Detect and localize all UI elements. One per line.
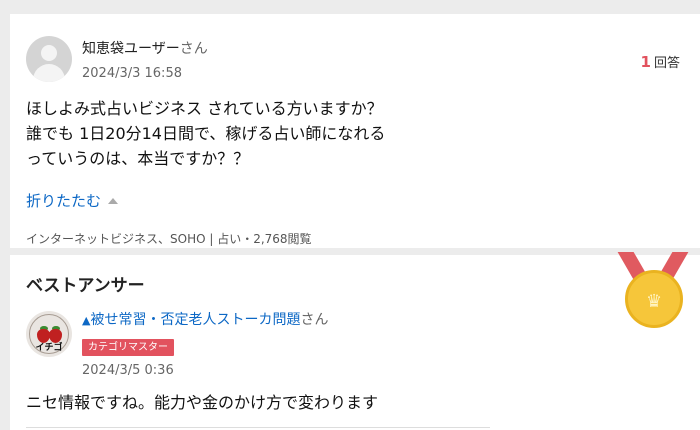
best-answer-title: ベストアンサー <box>26 276 145 296</box>
questioner-avatar[interactable] <box>26 36 72 82</box>
question-line: 誰でも 1日20分14日間で、稼げる占い師になれる <box>26 124 386 143</box>
question-line: ほしよみ式占いビジネス されている方いますか？ <box>26 99 383 118</box>
caret-up-icon <box>108 197 119 204</box>
collapse-label: 折りたたむ <box>26 192 102 210</box>
questioner-name: 知恵袋ユーザーさん <box>82 40 208 58</box>
answerer-name-text: 被せ常習・否定老人ストーカ問題 <box>90 312 301 328</box>
answerer-avatar[interactable]: イチゴ <box>26 311 72 357</box>
question-body: ほしよみ式占いビジネス されている方いますか？ 誰でも 1日20分14日間で、稼… <box>26 96 526 171</box>
user-silhouette-icon <box>41 45 57 61</box>
answer-count-number: 1 <box>640 53 651 71</box>
avatar-text: イチゴ <box>35 343 63 353</box>
gold-medal-crown-icon: ♛ <box>617 252 689 330</box>
crown-icon: ♛ <box>646 291 663 312</box>
answer-count-label: 回答 <box>653 56 680 71</box>
question-card: 知恵袋ユーザーさん 2024/3/3 16:58 1 回答 ほしよみ式占いビジネス… <box>10 14 700 248</box>
questioner-suffix: さん <box>179 41 208 57</box>
question-line: っていうのは、本当ですか？？ <box>26 149 250 168</box>
collapse-button[interactable]: 折りたたむ <box>26 190 119 211</box>
question-date: 2024/3/3 16:58 <box>82 66 182 81</box>
answerer-suffix: さん <box>300 312 329 328</box>
category-info[interactable]: インターネットビジネス、SOHO | 占い・2,768閲覧 <box>26 232 312 246</box>
best-answer-card: ベストアンサー イチゴ ▲被せ常習・否定老人ストーカ問題さん カテゴリマスター … <box>10 255 700 430</box>
medal-coin: ♛ <box>625 270 683 328</box>
avatar-body <box>33 64 65 82</box>
answer-body: ニセ情報ですね。能力や金のかけ方で変わります <box>26 393 379 412</box>
answerer-name[interactable]: ▲被せ常習・否定老人ストーカ問題さん <box>82 311 328 330</box>
divider <box>26 427 490 428</box>
answer-date: 2024/3/5 0:36 <box>82 363 174 378</box>
questioner-name-text: 知恵袋ユーザー <box>82 41 180 57</box>
answer-count[interactable]: 1 回答 <box>641 52 680 71</box>
category-master-badge: カテゴリマスター <box>82 339 174 356</box>
